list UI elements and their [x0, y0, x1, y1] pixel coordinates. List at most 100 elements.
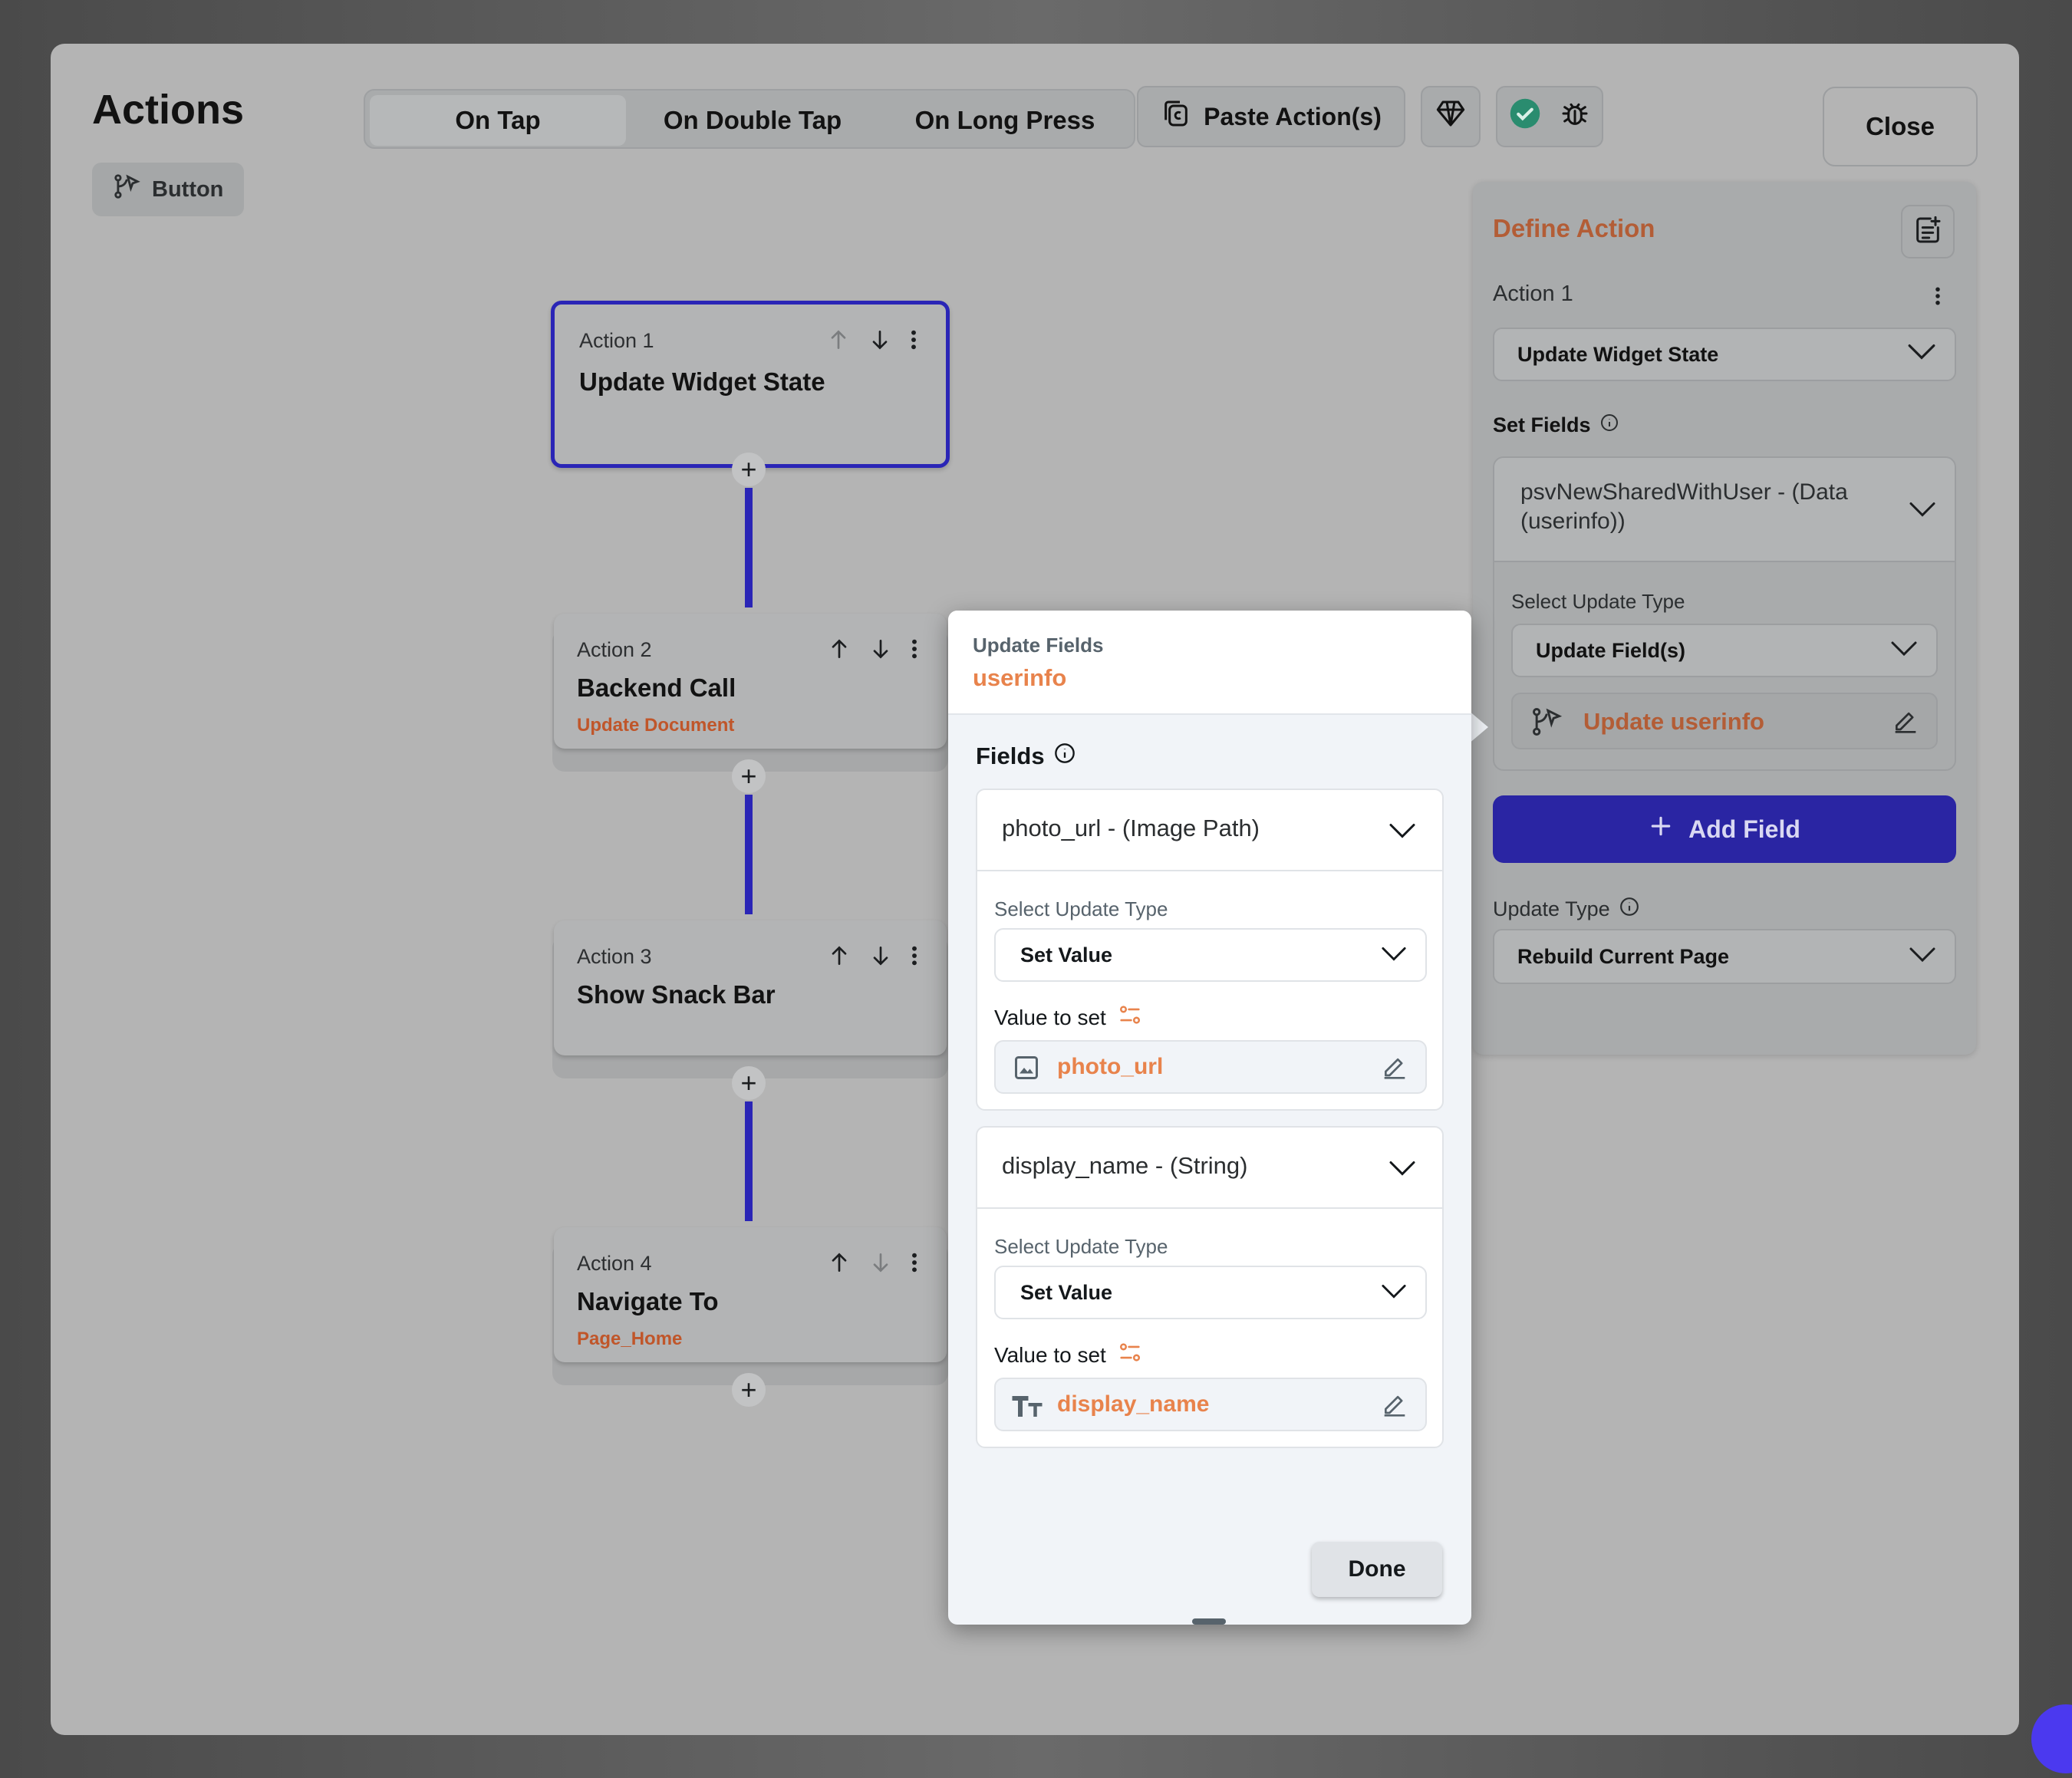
field-name: display_name - (String)	[1002, 1152, 1248, 1179]
value-field[interactable]: photo_url	[994, 1040, 1427, 1094]
add-action-plus[interactable]: +	[732, 1066, 766, 1100]
add-action-plus[interactable]: +	[732, 1373, 766, 1407]
action-type-select[interactable]: Update Widget State	[1493, 328, 1956, 381]
chevron-down-icon	[1381, 1281, 1407, 1305]
move-up-icon[interactable]	[827, 1250, 852, 1279]
card-controls	[826, 328, 918, 356]
action-title: Backend Call	[577, 673, 736, 702]
validation-debug-button[interactable]	[1496, 86, 1603, 147]
field-name-line1: psvNewSharedWithUser - (Data	[1520, 479, 1848, 505]
tab-on-tap[interactable]: On Tap	[370, 95, 626, 146]
field-select[interactable]: photo_url - (Image Path)	[977, 790, 1442, 871]
action-label: Action 2	[577, 638, 652, 661]
update-type-select[interactable]: Update Field(s)	[1511, 624, 1938, 677]
bug-icon	[1560, 98, 1590, 135]
add-note-button[interactable]	[1901, 205, 1955, 258]
add-field-label: Add Field	[1688, 815, 1800, 843]
add-field-button[interactable]: Add Field	[1493, 795, 1956, 863]
resize-handle-bottom[interactable]	[1192, 1618, 1226, 1625]
action-subtitle: Update Document	[577, 715, 735, 736]
move-up-icon[interactable]	[826, 328, 851, 356]
move-up-icon[interactable]	[827, 943, 852, 972]
tab-on-long-press[interactable]: On Long Press	[879, 95, 1131, 146]
trigger-tabs: On Tap On Double Tap On Long Press	[364, 89, 1135, 149]
connector-line	[745, 488, 753, 607]
set-fields-heading: Set Fields	[1493, 413, 1619, 437]
move-down-icon[interactable]	[868, 328, 892, 356]
action-title: Navigate To	[577, 1287, 719, 1315]
popup-header-target: userinfo	[973, 664, 1067, 691]
more-vert-icon[interactable]	[910, 943, 919, 972]
define-action-panel: Define Action Action 1 Update Widget Sta…	[1473, 182, 1976, 1055]
action-card-1[interactable]: Action 1 Update Widget State	[551, 301, 950, 468]
action-card-2[interactable]: Action 2 Backend Call Update Document	[554, 614, 947, 749]
widget-chip[interactable]: Button	[92, 163, 244, 216]
more-vert-icon[interactable]	[909, 328, 918, 356]
field-name: psvNewSharedWithUser - (Data (userinfo))	[1520, 478, 1848, 536]
ai-gem-icon	[1435, 98, 1466, 135]
update-type-label: Update Type	[1493, 897, 1610, 920]
add-action-plus[interactable]: +	[732, 453, 766, 486]
move-down-icon[interactable]	[868, 637, 893, 665]
variable-icon[interactable]	[1117, 1339, 1143, 1371]
update-type-value: Update Field(s)	[1536, 638, 1686, 662]
value-text: photo_url	[1057, 1054, 1164, 1079]
action-card-3[interactable]: Action 3 Show Snack Bar	[554, 920, 947, 1055]
connector-line	[745, 1101, 753, 1221]
chevron-down-icon	[1388, 822, 1416, 843]
paste-actions-button[interactable]: Paste Action(s)	[1137, 86, 1405, 147]
fields-heading: Fields	[976, 742, 1076, 770]
connector-line	[745, 795, 753, 914]
move-down-icon[interactable]	[868, 1250, 893, 1279]
edit-icon[interactable]	[1890, 706, 1921, 741]
card-controls	[827, 637, 919, 665]
done-button[interactable]: Done	[1312, 1542, 1442, 1597]
close-button[interactable]: Close	[1823, 87, 1978, 166]
update-target-label: Update userinfo	[1583, 708, 1764, 735]
chevron-down-icon	[1890, 639, 1918, 663]
value-to-set-heading: Value to set	[994, 1339, 1143, 1371]
move-down-icon[interactable]	[868, 943, 893, 972]
tab-on-double-tap[interactable]: On Double Tap	[626, 95, 879, 146]
value-field[interactable]: display_name	[994, 1378, 1427, 1431]
ai-assist-button[interactable]	[1421, 86, 1481, 147]
action-card-4[interactable]: Action 4 Navigate To Page_Home	[554, 1227, 947, 1362]
popup-header-label: Update Fields	[973, 634, 1104, 657]
edit-icon[interactable]	[1379, 1390, 1410, 1424]
note-add-icon	[1912, 215, 1943, 249]
action-title: Show Snack Bar	[577, 980, 776, 1009]
select-update-type-label: Select Update Type	[994, 897, 1168, 920]
edit-icon[interactable]	[1379, 1052, 1410, 1087]
add-action-plus[interactable]: +	[732, 759, 766, 793]
field-select[interactable]: psvNewSharedWithUser - (Data (userinfo))	[1494, 458, 1955, 562]
widget-tree-icon	[1530, 705, 1563, 742]
more-vert-icon[interactable]	[910, 1250, 919, 1279]
page-title: Actions	[92, 87, 245, 133]
panel-title: Define Action	[1493, 214, 1655, 242]
widget-tree-icon	[112, 172, 141, 207]
rebuild-select[interactable]: Rebuild Current Page	[1493, 929, 1956, 984]
field-name: photo_url - (Image Path)	[1002, 815, 1260, 841]
info-icon	[1054, 742, 1076, 770]
chevron-down-icon	[1907, 343, 1936, 367]
text-type-icon	[1011, 1391, 1043, 1423]
value-to-set-heading: Value to set	[994, 1002, 1143, 1033]
update-target-box[interactable]: Update userinfo	[1511, 693, 1938, 749]
paste-icon	[1161, 98, 1191, 135]
more-vert-icon[interactable]	[910, 637, 919, 665]
move-up-icon[interactable]	[827, 637, 852, 665]
info-icon	[1619, 897, 1639, 922]
more-vert-icon[interactable]	[1933, 285, 1942, 311]
set-field-group: psvNewSharedWithUser - (Data (userinfo))…	[1493, 456, 1956, 771]
action-label: Action 1	[579, 329, 654, 352]
value-to-set-label: Value to set	[994, 1005, 1106, 1029]
update-type-select[interactable]: Set Value	[994, 1266, 1427, 1319]
check-circle-icon	[1509, 97, 1541, 136]
variable-icon[interactable]	[1117, 1002, 1143, 1033]
set-fields-label: Set Fields	[1493, 413, 1591, 436]
fields-label: Fields	[976, 742, 1045, 769]
update-type-select[interactable]: Set Value	[994, 928, 1427, 982]
card-controls	[827, 1250, 919, 1279]
field-select[interactable]: display_name - (String)	[977, 1128, 1442, 1209]
action-label: Action 3	[577, 945, 652, 968]
